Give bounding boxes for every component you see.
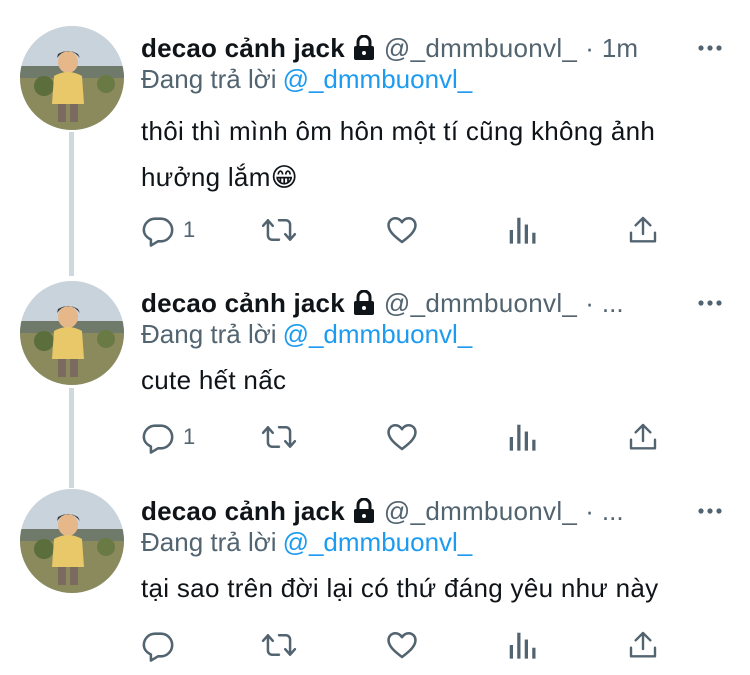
- tweet-text-line: tại sao trên đời lại có thứ đáng yêu như…: [141, 573, 659, 603]
- mention-link[interactable]: @_dmmbuonvl_: [283, 64, 473, 94]
- lock-icon: [352, 289, 376, 316]
- username[interactable]: @_dmmbuonvl_: [384, 496, 577, 527]
- views-button[interactable]: [507, 627, 537, 663]
- separator-dot: ·: [585, 287, 594, 318]
- retweet-icon: [261, 634, 297, 656]
- reply-button[interactable]: 1: [141, 419, 195, 455]
- tweet-text: thôi thì mình ôm hôn một tí cũng không ả…: [141, 108, 731, 200]
- reply-icon: [142, 424, 174, 454]
- avatar[interactable]: [20, 489, 124, 593]
- reply-button[interactable]: [141, 627, 183, 663]
- views-icon: [509, 217, 536, 244]
- heart-icon: [387, 216, 417, 244]
- tweet-text: tại sao trên đời lại có thứ đáng yêu như…: [141, 565, 731, 611]
- mention-link[interactable]: @_dmmbuonvl_: [283, 319, 473, 349]
- tweet[interactable]: decao cảnh jack @_dmmbuonvl_ · ... Đang …: [0, 281, 750, 461]
- tweet-header: decao cảnh jack @_dmmbuonvl_ · ...: [141, 491, 722, 531]
- tweet[interactable]: decao cảnh jack @_dmmbuonvl_ · ... Đang …: [0, 489, 750, 669]
- views-button[interactable]: [507, 212, 537, 248]
- separator-dot: ·: [585, 495, 594, 526]
- lock-icon: [352, 497, 376, 524]
- timestamp[interactable]: ...: [602, 496, 624, 527]
- like-button[interactable]: [385, 212, 419, 248]
- more-icon[interactable]: [698, 503, 722, 514]
- reply-count: 1: [183, 424, 196, 449]
- like-button[interactable]: [385, 419, 419, 455]
- like-button[interactable]: [385, 627, 419, 663]
- timestamp[interactable]: 1m: [602, 33, 638, 64]
- avatar[interactable]: [20, 26, 124, 130]
- username[interactable]: @_dmmbuonvl_: [384, 288, 577, 319]
- lock-icon: [352, 34, 376, 61]
- tweet-text-line: thôi thì mình ôm hôn một tí cũng không ả…: [141, 116, 656, 146]
- avatar[interactable]: [20, 281, 124, 385]
- replying-label: Đang trả lời: [141, 319, 277, 349]
- tweet[interactable]: decao cảnh jack @_dmmbuonvl_ · 1m Đang t…: [0, 26, 750, 256]
- tweet-header: decao cảnh jack @_dmmbuonvl_ · 1m: [141, 28, 722, 68]
- display-name[interactable]: decao cảnh jack: [141, 496, 345, 527]
- tweet-text-line: hưởng lắm😁: [141, 162, 299, 192]
- display-name[interactable]: decao cảnh jack: [141, 33, 345, 64]
- heart-icon: [387, 423, 417, 451]
- display-name[interactable]: decao cảnh jack: [141, 288, 345, 319]
- retweet-icon: [261, 219, 297, 241]
- share-icon: [629, 216, 657, 243]
- timestamp[interactable]: ...: [602, 288, 624, 319]
- action-bar: 1: [141, 419, 681, 455]
- replying-label: Đang trả lời: [141, 64, 277, 94]
- views-button[interactable]: [507, 419, 537, 455]
- tweet-header: decao cảnh jack @_dmmbuonvl_ · ...: [141, 283, 722, 323]
- share-button[interactable]: [627, 212, 659, 248]
- heart-icon: [387, 631, 417, 659]
- retweet-button[interactable]: [261, 627, 297, 663]
- retweet-button[interactable]: [261, 212, 297, 248]
- share-button[interactable]: [627, 419, 659, 455]
- share-icon: [629, 631, 657, 658]
- replying-to: Đang trả lời @_dmmbuonvl_: [141, 64, 472, 95]
- tweet-text: cute hết nấc: [141, 357, 731, 403]
- replying-to: Đang trả lời @_dmmbuonvl_: [141, 527, 472, 558]
- reply-count: 1: [183, 217, 196, 242]
- action-bar: 1: [141, 212, 681, 248]
- reply-icon: [142, 632, 174, 662]
- replying-label: Đang trả lời: [141, 527, 277, 557]
- action-bar: [141, 627, 681, 663]
- reply-button[interactable]: 1: [141, 212, 195, 248]
- tweet-text-line: cute hết nấc: [141, 365, 287, 395]
- share-icon: [629, 423, 657, 450]
- share-button[interactable]: [627, 627, 659, 663]
- mention-link[interactable]: @_dmmbuonvl_: [283, 527, 473, 557]
- more-icon[interactable]: [698, 40, 722, 51]
- views-icon: [509, 632, 536, 659]
- reply-icon: [142, 217, 174, 247]
- retweet-button[interactable]: [261, 419, 297, 455]
- separator-dot: ·: [585, 32, 594, 63]
- replying-to: Đang trả lời @_dmmbuonvl_: [141, 319, 472, 350]
- retweet-icon: [261, 426, 297, 448]
- username[interactable]: @_dmmbuonvl_: [384, 33, 577, 64]
- views-icon: [509, 424, 536, 451]
- more-icon[interactable]: [698, 295, 722, 306]
